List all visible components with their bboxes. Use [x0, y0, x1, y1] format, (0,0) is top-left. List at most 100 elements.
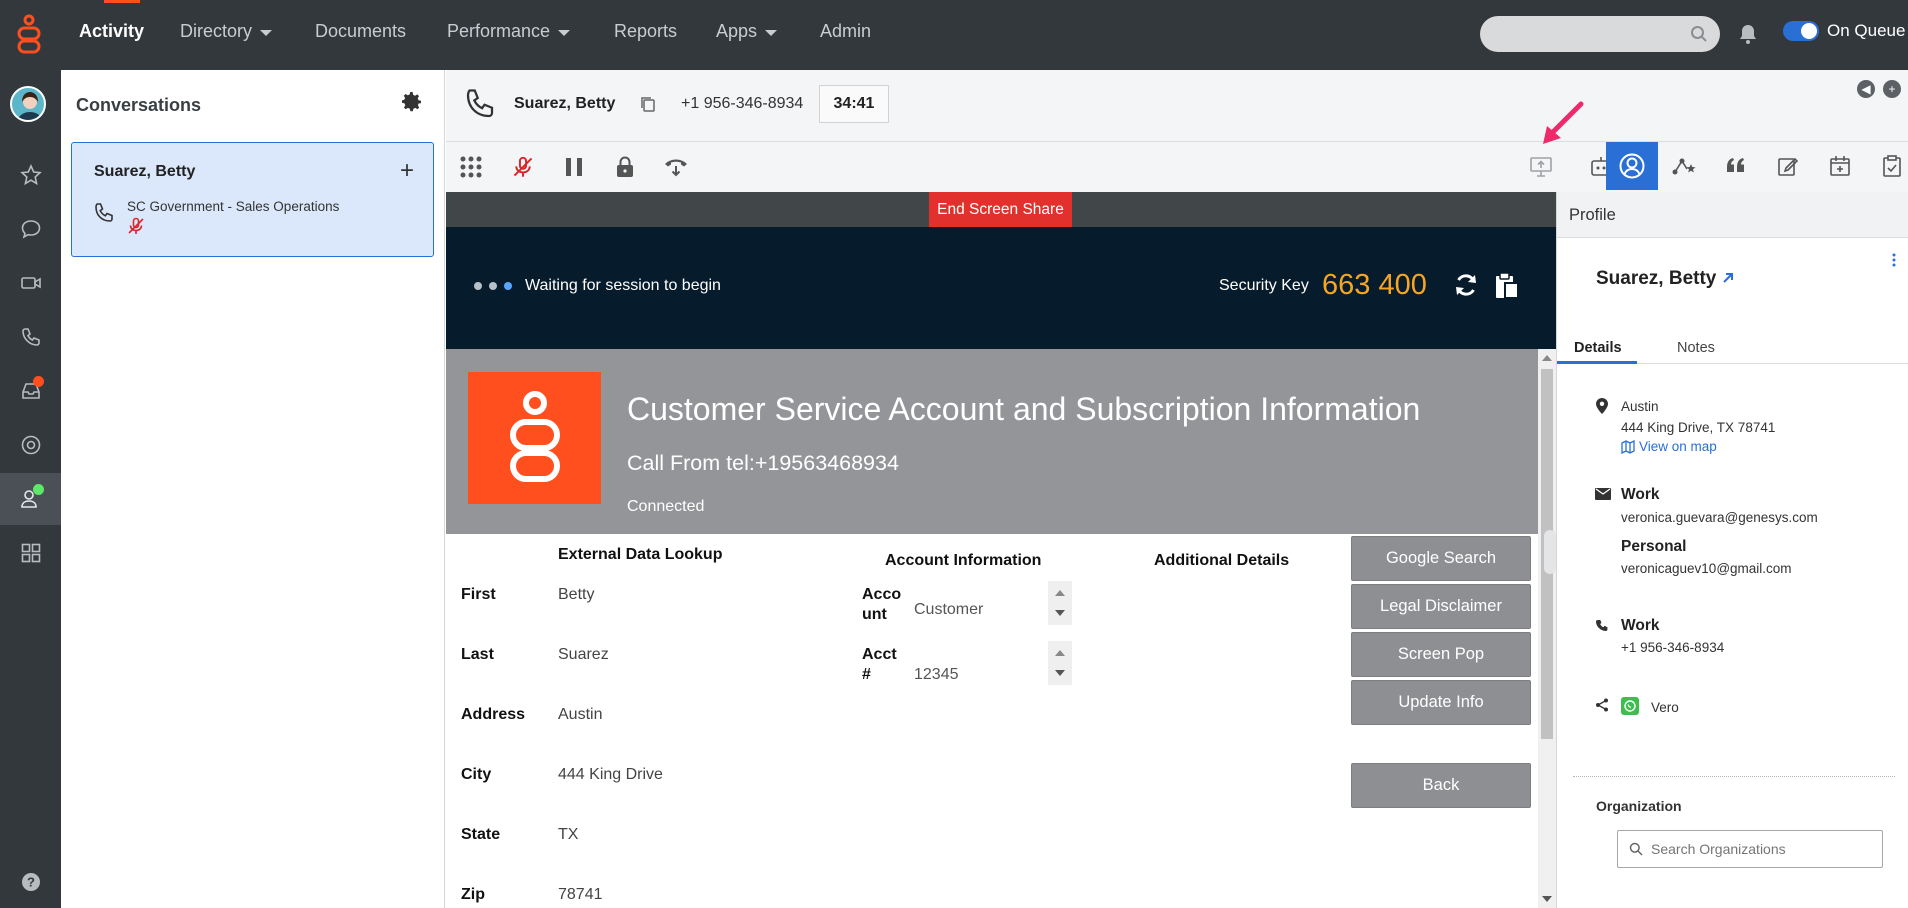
conversation-card[interactable]: Suarez, Betty + SC Government - Sales Op…: [71, 142, 434, 257]
panel-resize-handle[interactable]: [1544, 530, 1556, 574]
nav-apps[interactable]: Apps: [716, 21, 778, 42]
remote-page-title: Customer Service Account and Subscriptio…: [627, 391, 1421, 427]
avatar[interactable]: [10, 86, 46, 122]
acct-number-value[interactable]: 12345: [914, 667, 959, 681]
email-work-value[interactable]: veronica.guevara@genesys.com: [1621, 510, 1818, 525]
last-value[interactable]: Suarez: [558, 646, 609, 664]
account-spinner[interactable]: [1048, 581, 1072, 625]
hold-button[interactable]: [559, 152, 589, 182]
remote-page: Customer Service Account and Subscriptio…: [446, 349, 1538, 908]
clipboard-button[interactable]: [1866, 142, 1908, 190]
update-info-button[interactable]: Update Info: [1351, 680, 1531, 725]
legal-disclaimer-button[interactable]: Legal Disclaimer: [1351, 584, 1531, 629]
nav-documents[interactable]: Documents: [315, 21, 406, 42]
nav-directory[interactable]: Directory: [180, 21, 273, 42]
transfer-button[interactable]: [661, 152, 691, 182]
chevron-down-icon: [260, 30, 273, 36]
email-work-label: Work: [1621, 486, 1660, 503]
mic-muted-icon: [513, 156, 533, 177]
dialpad-button[interactable]: [456, 152, 486, 182]
account-value[interactable]: Customer: [914, 601, 983, 619]
journey-button[interactable]: [1658, 142, 1710, 190]
conversations-title: Conversations: [76, 95, 202, 115]
loading-dot: [474, 282, 482, 290]
rail-help-center[interactable]: [0, 419, 61, 471]
knowledge-button[interactable]: [1710, 142, 1762, 190]
nav-performance[interactable]: Performance: [447, 21, 571, 42]
nav-activity[interactable]: Activity: [79, 21, 144, 42]
rail-apps[interactable]: [0, 527, 61, 579]
genesys-logo: [468, 372, 601, 504]
loading-dots-icon: [474, 282, 512, 290]
schedule-button[interactable]: [1814, 142, 1866, 190]
scroll-down-icon[interactable]: [1542, 896, 1552, 902]
add-participant-button[interactable]: +: [400, 157, 414, 185]
screen-pop-button[interactable]: Screen Pop: [1351, 632, 1531, 677]
google-search-button[interactable]: Google Search: [1351, 536, 1531, 581]
scroll-up-icon[interactable]: [1542, 355, 1552, 361]
tab-details[interactable]: Details: [1574, 340, 1622, 356]
address-city: Austin: [1621, 399, 1659, 414]
acct-number-spinner[interactable]: [1048, 641, 1072, 685]
spinner-down-icon[interactable]: [1055, 610, 1065, 616]
on-queue-toggle[interactable]: [1783, 21, 1819, 41]
city-value[interactable]: 444 King Drive: [558, 766, 663, 784]
interaction-header: Suarez, Betty +1 956-346-8934 34:41 ◀ +: [446, 70, 1908, 142]
search-icon: [1629, 842, 1643, 856]
social-handle[interactable]: Vero: [1651, 700, 1679, 715]
svg-text:?: ?: [27, 875, 35, 890]
phone-work-value[interactable]: +1 956-346-8934: [1621, 640, 1724, 655]
state-value[interactable]: TX: [558, 826, 578, 844]
lock-icon: [617, 156, 633, 177]
active-tab-indicator: [1557, 361, 1637, 364]
secure-pause-button[interactable]: [610, 152, 640, 182]
apps-grid-icon: [21, 543, 40, 563]
collapse-left-icon[interactable]: ◀: [1857, 80, 1875, 98]
address-value[interactable]: Austin: [558, 706, 602, 724]
end-screen-share-button[interactable]: End Screen Share: [929, 192, 1072, 227]
screen-share-button[interactable]: [1526, 152, 1556, 182]
spinner-up-icon[interactable]: [1055, 590, 1065, 596]
refresh-icon[interactable]: [1453, 272, 1479, 298]
notification-badge: [33, 376, 44, 387]
search-organizations-input[interactable]: [1617, 830, 1883, 868]
copy-key-icon[interactable]: [1494, 272, 1520, 300]
rail-video[interactable]: [0, 257, 61, 309]
rail-favorites[interactable]: [0, 149, 61, 201]
copy-icon[interactable]: [639, 95, 657, 113]
genesys-logo-icon[interactable]: [14, 14, 44, 56]
more-options-icon[interactable]: [1891, 252, 1897, 268]
spinner-down-icon[interactable]: [1055, 670, 1065, 676]
wrapup-button[interactable]: [1762, 142, 1814, 190]
gear-icon[interactable]: [400, 90, 424, 114]
interaction-phone-number: +1 956-346-8934: [681, 95, 804, 112]
global-search-input[interactable]: [1480, 16, 1720, 52]
back-button[interactable]: Back: [1351, 763, 1531, 808]
nav-reports[interactable]: Reports: [614, 21, 677, 42]
phone-icon: [1596, 620, 1608, 631]
remote-scrollbar[interactable]: [1538, 349, 1556, 908]
rail-inbox[interactable]: [0, 365, 61, 417]
spinner-up-icon[interactable]: [1055, 650, 1065, 656]
rail-contacts[interactable]: [0, 473, 61, 525]
rail-help[interactable]: ?: [0, 856, 61, 908]
rail-phone[interactable]: [0, 311, 61, 363]
external-lookup-header: External Data Lookup: [558, 546, 723, 563]
share-icon: [1596, 698, 1608, 712]
view-on-map-link[interactable]: View on map: [1621, 439, 1717, 454]
organization-label: Organization: [1596, 798, 1682, 814]
chevron-down-icon: [558, 30, 571, 36]
tab-notes[interactable]: Notes: [1677, 340, 1715, 356]
zip-value[interactable]: 78741: [558, 886, 603, 904]
address-street: 444 King Drive, TX 78741: [1621, 420, 1776, 435]
bell-icon[interactable]: [1738, 23, 1758, 45]
first-value[interactable]: Betty: [558, 586, 594, 604]
rail-chat[interactable]: [0, 203, 61, 255]
external-link-icon[interactable]: [1720, 270, 1736, 286]
mute-button[interactable]: [508, 152, 538, 182]
add-circle-icon[interactable]: +: [1883, 80, 1901, 98]
email-personal-value[interactable]: veronicaguev10@gmail.com: [1621, 561, 1792, 576]
phone-icon: [95, 203, 113, 222]
nav-admin[interactable]: Admin: [820, 21, 871, 42]
profile-button[interactable]: [1606, 142, 1658, 190]
